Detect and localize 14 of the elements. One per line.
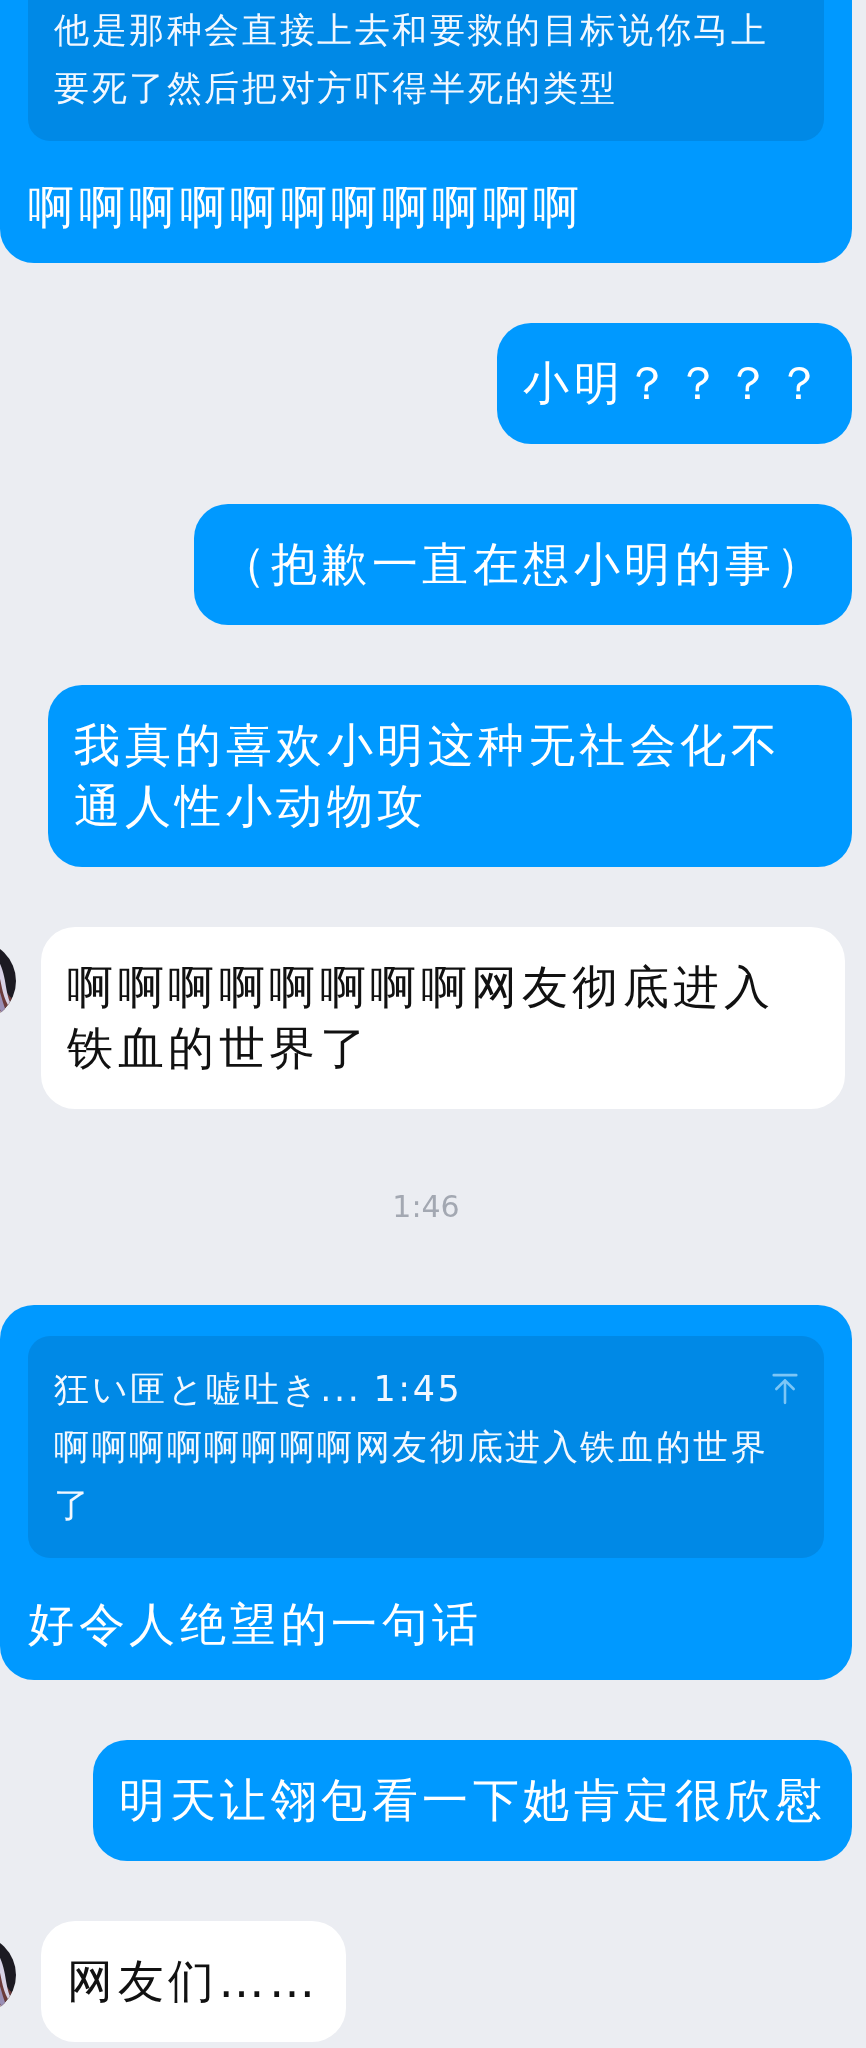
- timestamp: 1:46: [392, 1188, 460, 1226]
- quote-text: 啊啊啊啊啊啊啊啊网友彻底进入铁血的世界了: [54, 1426, 770, 1527]
- message-text: （抱歉一直在想小明的事）: [220, 536, 826, 593]
- message-text: 明天让翎包看一下她肯定很欣慰: [119, 1772, 826, 1829]
- arrow-up-icon[interactable]: [772, 1372, 798, 1406]
- quote-sender: 狂い匣と嘘吐き...: [54, 1368, 362, 1411]
- message-text: 网友们……: [67, 1953, 320, 2010]
- message-text: 啊啊啊啊啊啊啊啊啊啊啊: [28, 179, 585, 236]
- quote-text: 他是那种会直接上去和要救的目标说你马上要死了然后把对方吓得半死的类型: [54, 9, 770, 110]
- message-text: 啊啊啊啊啊啊啊啊网友彻底进入铁血的世界了: [67, 959, 775, 1077]
- message-text: 好令人绝望的一句话: [28, 1596, 484, 1653]
- message-text: 小明？？？？: [523, 355, 826, 412]
- quote-time: 1:45: [373, 1368, 463, 1411]
- message-text: 我真的喜欢小明这种无社会化不通人性小动物攻: [74, 717, 782, 835]
